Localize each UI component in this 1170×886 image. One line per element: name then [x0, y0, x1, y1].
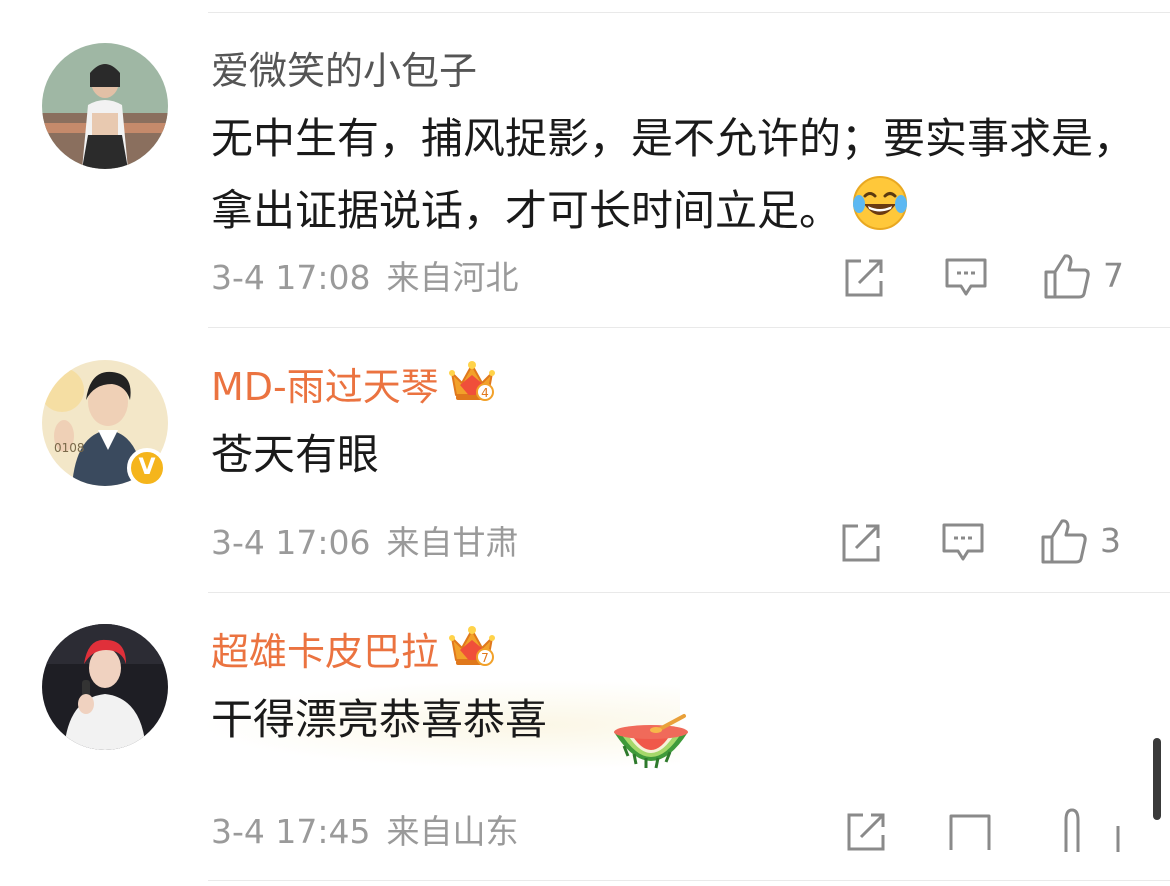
avatar[interactable]	[42, 43, 168, 169]
location: 来自河北	[386, 258, 519, 297]
like-count: 3	[1100, 521, 1121, 560]
like-button[interactable]: 3	[1040, 517, 1121, 565]
thumbs-up-icon	[1064, 808, 1120, 852]
comment-divider	[208, 592, 1170, 593]
comment-text: 苍天有眼	[211, 430, 380, 479]
bottom-divider	[208, 880, 1170, 881]
comment-icon	[949, 814, 991, 850]
comment-divider	[208, 327, 1170, 328]
comment-meta: 3-4 17:08 来自河北	[211, 256, 519, 300]
like-button[interactable]	[1060, 806, 1130, 854]
timestamp: 3-4 17:06	[211, 523, 371, 562]
crown-level: 7	[481, 651, 489, 665]
username[interactable]: 爱微笑的小包子	[211, 46, 477, 96]
like-button[interactable]: 7	[1043, 252, 1124, 300]
reply-button[interactable]	[941, 521, 985, 563]
reply-button[interactable]	[944, 256, 988, 298]
share-icon	[842, 524, 880, 562]
vip-crown-icon: 7	[447, 624, 497, 680]
watermelon-emoji-icon	[610, 712, 692, 784]
timestamp: 3-4 17:08	[211, 258, 371, 297]
share-icon	[845, 259, 883, 297]
username[interactable]: MD-雨过天琴 4	[211, 359, 497, 415]
comment-icon	[942, 523, 984, 561]
username-text: MD-雨过天琴	[211, 365, 439, 409]
share-button[interactable]	[840, 522, 882, 564]
comment-text-content: 无中生有，捕风捉影，是不允许的；要实事求是，拿出证据说话，才可长时间立足。	[211, 114, 1136, 235]
share-button[interactable]	[845, 811, 887, 853]
username-text: 超雄卡皮巴拉	[211, 630, 440, 674]
comment-meta: 3-4 17:06 来自甘肃	[211, 521, 519, 565]
thumbs-up-icon	[1044, 254, 1090, 299]
username[interactable]: 超雄卡皮巴拉 7	[211, 624, 497, 680]
comment-meta: 3-4 17:45 来自山东	[211, 810, 519, 854]
laughing-tears-emoji-icon	[851, 174, 909, 253]
thumbs-up-icon	[1041, 519, 1087, 564]
verified-badge: V	[127, 448, 167, 488]
share-button[interactable]	[843, 257, 885, 299]
avatar[interactable]	[42, 624, 168, 750]
timestamp: 3-4 17:45	[211, 812, 371, 851]
scrollbar[interactable]	[1153, 738, 1161, 820]
comment-text-content: 干得漂亮恭喜恭喜	[211, 695, 548, 744]
like-count: 7	[1103, 256, 1124, 295]
location: 来自山东	[386, 812, 519, 851]
top-divider	[208, 12, 1170, 13]
svg-text:0108: 0108	[54, 441, 85, 455]
comment-icon	[945, 258, 987, 296]
share-icon	[847, 813, 885, 851]
reply-button[interactable]	[948, 812, 992, 854]
crown-level: 4	[481, 386, 489, 400]
comment-text: 无中生有，捕风捉影，是不允许的；要实事求是，拿出证据说话，才可长时间立足。	[211, 104, 1141, 253]
vip-crown-icon: 4	[447, 359, 497, 415]
location: 来自甘肃	[386, 523, 519, 562]
